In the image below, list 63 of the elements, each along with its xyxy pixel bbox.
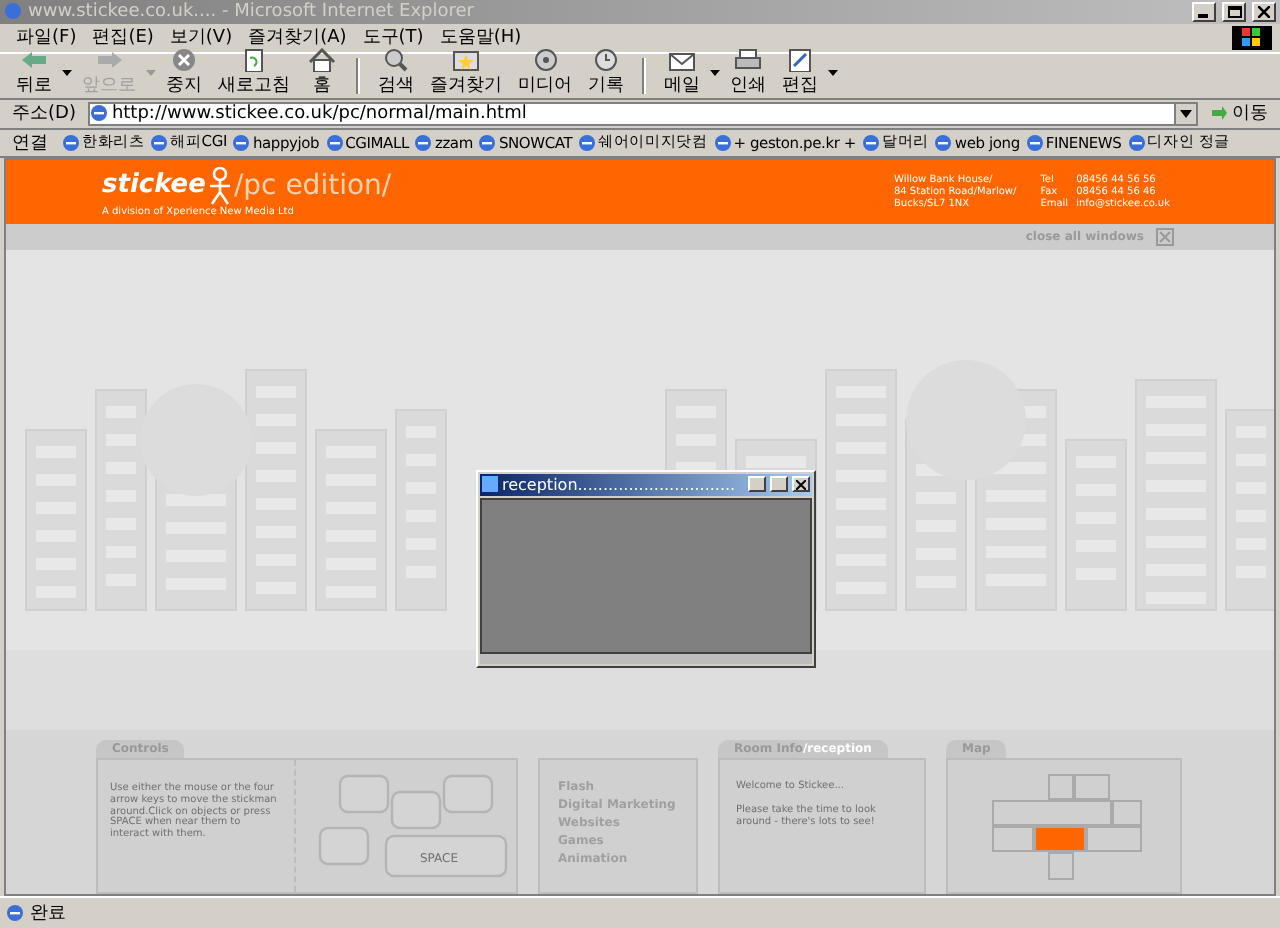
stickman-icon xyxy=(207,165,232,206)
close-icon xyxy=(796,479,806,490)
toolbar-button[interactable]: 새로고침 xyxy=(210,47,298,98)
close-button[interactable] xyxy=(1252,1,1276,22)
menu-item[interactable]: 편집(E) xyxy=(84,24,162,51)
dropdown-arrow-icon[interactable] xyxy=(708,64,722,81)
page-icon xyxy=(150,133,169,152)
menu-item[interactable]: 도움말(H) xyxy=(431,24,530,51)
maximize-icon xyxy=(1227,5,1241,18)
toolbar-button[interactable]: 메일 xyxy=(656,47,708,98)
page-icon xyxy=(414,133,433,152)
page-icon xyxy=(482,476,498,493)
dropdown-arrow-icon[interactable] xyxy=(60,64,74,81)
toolbar-button[interactable]: 인쇄 xyxy=(722,47,774,98)
go-arrow-icon xyxy=(1210,104,1228,123)
popup-title: reception............................... xyxy=(502,475,738,494)
window-title: www.stickee.co.uk.... - Microsoft Internet Explorer xyxy=(28,1,476,22)
page-icon xyxy=(325,133,344,152)
go-button[interactable]: 이동 xyxy=(1202,100,1276,127)
toolbar-button[interactable]: 뒤로 xyxy=(8,47,60,98)
page-icon xyxy=(934,133,953,152)
close-icon xyxy=(1258,5,1270,18)
search-icon xyxy=(380,47,412,72)
toolbar-button[interactable]: 검색 xyxy=(370,47,422,98)
logo-text: stickee xyxy=(102,170,206,201)
menu-item[interactable]: 도구(T) xyxy=(354,24,432,51)
page-icon xyxy=(578,133,597,152)
media-icon xyxy=(529,47,561,72)
maximize-button[interactable] xyxy=(770,476,788,493)
menu-item[interactable]: 보기(V) xyxy=(161,24,241,51)
maximize-button[interactable] xyxy=(1222,1,1246,22)
history-icon xyxy=(590,47,622,72)
dropdown-arrow-icon[interactable] xyxy=(1174,103,1196,124)
back-arrow-icon xyxy=(18,47,50,72)
forward-arrow-icon xyxy=(93,47,125,72)
close-button[interactable] xyxy=(792,476,810,493)
toolbar-button[interactable]: 중지 xyxy=(158,47,210,98)
edition-title: /pc edition/ xyxy=(233,169,392,202)
dropdown-arrow-icon[interactable] xyxy=(826,64,840,81)
page-icon xyxy=(1127,133,1146,152)
page-icon xyxy=(478,133,497,152)
page-icon xyxy=(6,904,24,923)
page-icon xyxy=(713,133,732,152)
page-icon xyxy=(89,104,108,123)
menu-item[interactable]: 즐겨찾기(A) xyxy=(240,24,355,51)
windows-logo-icon xyxy=(1232,25,1272,50)
toolbar-button[interactable]: 편집 xyxy=(774,47,826,98)
links-label: 연결 xyxy=(10,131,50,156)
address-label: 주소(D) xyxy=(10,102,78,127)
menu-item[interactable]: 파일(F) xyxy=(8,24,85,51)
toolbar-button[interactable]: 미디어 xyxy=(510,47,580,98)
address-bar[interactable]: http://www.stickee.co.uk/pc/normal/main.html xyxy=(87,101,1198,126)
toolbar-button[interactable]: 즐겨찾기 xyxy=(422,47,510,98)
favorites-icon xyxy=(450,47,482,72)
page-icon xyxy=(1025,133,1044,152)
toolbar-button[interactable]: 홈 xyxy=(298,47,346,98)
page-icon xyxy=(862,133,880,152)
page-icon xyxy=(62,133,80,152)
minimize-button[interactable] xyxy=(748,476,766,493)
page-icon xyxy=(232,133,251,152)
minimize-button[interactable] xyxy=(1192,1,1216,22)
status-text: 완료 xyxy=(30,902,66,927)
toolbar-button[interactable]: 기록 xyxy=(580,47,632,98)
